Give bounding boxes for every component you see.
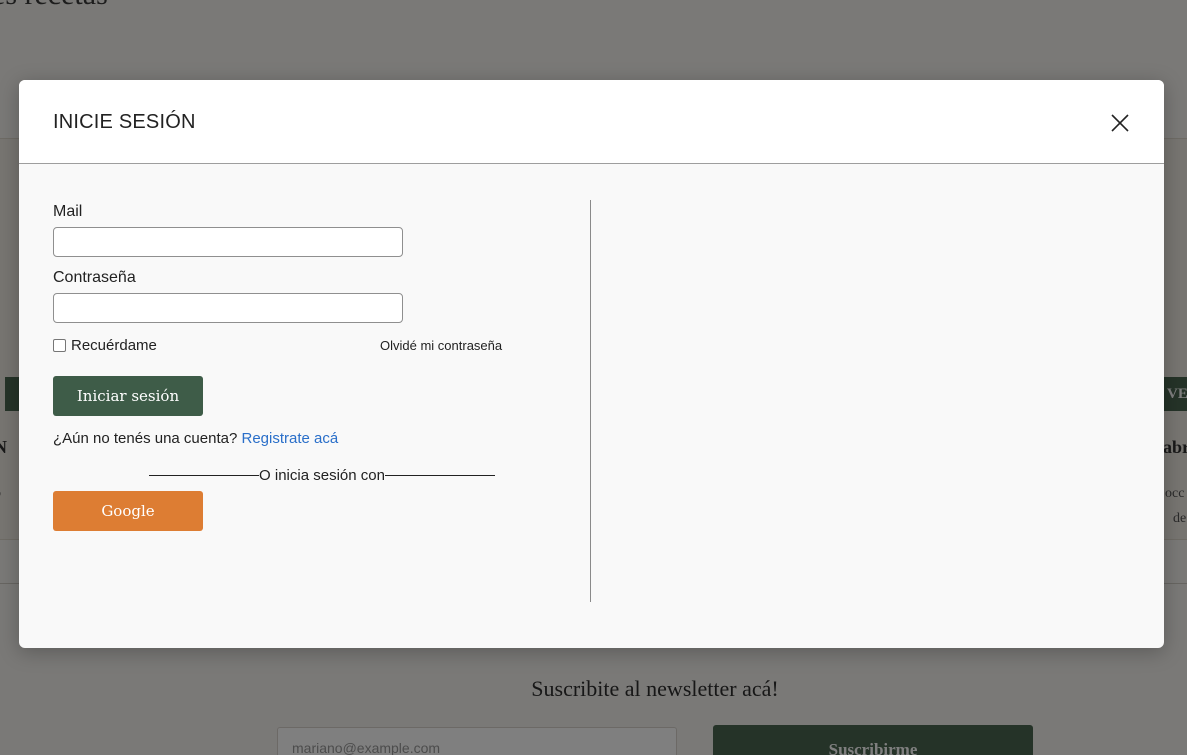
divider-line: [149, 475, 260, 476]
close-icon: [1111, 114, 1129, 132]
column-divider: [590, 200, 591, 602]
social-divider-text: O inicia sesión con: [259, 467, 385, 484]
modal-header: INICIE SESIÓN: [19, 80, 1164, 164]
login-button[interactable]: Iniciar sesión: [53, 376, 203, 416]
register-link[interactable]: Registrate acá: [241, 430, 338, 447]
remember-me-row: Recuérdame: [53, 337, 157, 354]
remember-me-checkbox[interactable]: [53, 338, 66, 352]
modal-body: Mail Contraseña Recuérdame Olvidé mi con…: [19, 164, 1164, 648]
social-login-divider: O inicia sesión con: [149, 467, 495, 484]
login-modal: INICIE SESIÓN Mail Contraseña Recuérdame…: [19, 80, 1164, 648]
password-label: Contraseña: [53, 269, 136, 286]
google-login-button[interactable]: Google: [53, 491, 203, 531]
mail-input[interactable]: [53, 227, 403, 257]
page: es recetas N z o VE abr occ de Suscribit…: [0, 0, 1187, 755]
modal-title: INICIE SESIÓN: [53, 111, 196, 133]
close-button[interactable]: [1109, 112, 1131, 134]
forgot-password-link[interactable]: Olvidé mi contraseña: [380, 338, 502, 353]
remember-me-label[interactable]: Recuérdame: [71, 337, 157, 354]
divider-line: [384, 475, 495, 476]
mail-label: Mail: [53, 203, 83, 220]
no-account-text: ¿Aún no tenés una cuenta?: [53, 430, 238, 447]
password-input[interactable]: [53, 293, 403, 323]
register-row: ¿Aún no tenés una cuenta? Registrate acá: [53, 430, 338, 447]
